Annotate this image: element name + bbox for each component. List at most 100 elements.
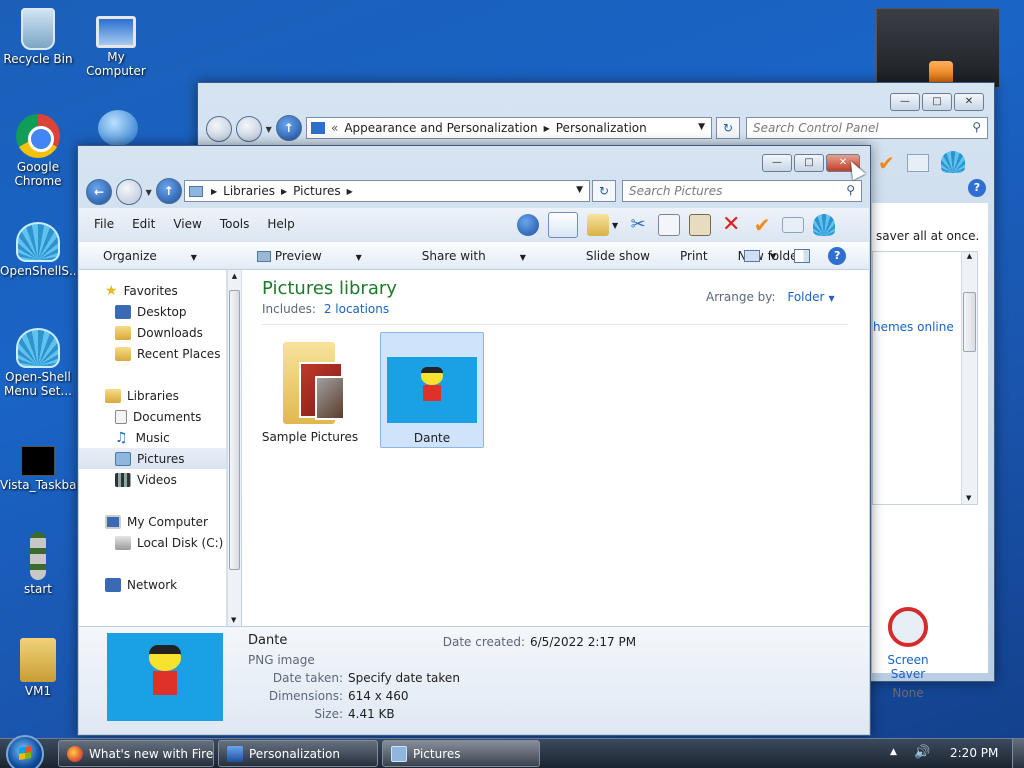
menu-help[interactable]: Help	[267, 217, 294, 231]
arrange-dropdown[interactable]: Folder ▼	[787, 290, 834, 304]
nav-recent-places[interactable]: Recent Places	[79, 343, 226, 364]
nav-network[interactable]: Network	[79, 574, 226, 595]
breadcrumb-item[interactable]: Pictures	[293, 184, 341, 198]
help-icon[interactable]: ?	[968, 179, 986, 197]
get-themes-link[interactable]: hemes online	[873, 320, 954, 334]
includes-link[interactable]: 2 locations	[324, 302, 389, 316]
copy-icon[interactable]	[658, 214, 681, 236]
recent-pages-icon[interactable]: ▼	[146, 188, 152, 197]
shell-icon[interactable]	[940, 151, 965, 173]
item-sample-pictures[interactable]: Sample Pictures	[258, 332, 362, 446]
organize-button[interactable]: Organize ▼	[103, 249, 227, 263]
chevron-down-icon[interactable]: ▼	[698, 122, 705, 132]
rss-gadget[interactable]	[876, 8, 1000, 88]
desktop-icon-openshell-menu[interactable]: Open-Shell Menu Set...	[0, 328, 76, 398]
clock[interactable]: 2:20 PM	[950, 746, 998, 760]
forward-button[interactable]	[235, 115, 262, 142]
mail-icon[interactable]	[906, 154, 929, 172]
taskbar-button-pictures[interactable]: Pictures	[382, 740, 540, 767]
delete-icon[interactable]: ✕	[720, 214, 742, 236]
show-desktop-button[interactable]	[1012, 739, 1024, 768]
show-hidden-icons-button[interactable]: ▲	[890, 747, 897, 757]
address-bar[interactable]: « Appearance and Personalization ▶ Perso…	[306, 117, 712, 139]
refresh-button[interactable]: ↻	[716, 117, 740, 139]
menu-edit[interactable]: Edit	[132, 217, 155, 231]
chevron-down-icon[interactable]: ▼	[576, 185, 583, 195]
breadcrumb-item[interactable]: Appearance and Personalization	[344, 121, 537, 135]
preview-button[interactable]: Preview ▼	[256, 249, 392, 263]
breadcrumb-item[interactable]: Personalization	[556, 121, 647, 135]
nav-downloads[interactable]: Downloads	[79, 322, 226, 343]
maximize-button[interactable]: □	[922, 93, 952, 111]
nav-desktop[interactable]: Desktop	[79, 301, 226, 322]
nav-libraries[interactable]: Libraries	[79, 385, 226, 406]
item-dante[interactable]: Dante	[380, 332, 484, 448]
desktop-icon-vista-taskbar[interactable]: Vista_Taskbar	[0, 436, 81, 492]
address-bar[interactable]: ▶ Libraries ▶ Pictures ▶ ▼	[184, 180, 590, 202]
theme-list[interactable]: hemes online ▲ ▼	[872, 251, 978, 505]
screen-saver-label[interactable]: Screen Saver	[872, 653, 944, 681]
nav-favorites[interactable]: ★ Favorites	[79, 280, 226, 301]
desktop-icon-my-computer[interactable]: My Computer	[78, 8, 154, 78]
up-folder-icon[interactable]	[517, 214, 539, 236]
paste-icon[interactable]	[689, 214, 712, 236]
menu-bar: File Edit View Tools Help	[94, 217, 295, 231]
preview-pane-icon[interactable]	[794, 249, 811, 263]
cut-icon[interactable]: ✂	[627, 214, 649, 236]
nav-scrollbar[interactable]: ▲ ▼	[227, 270, 241, 626]
explorer-window[interactable]: — □ ✕ ← ▼ ↑ ▶ Libraries ▶ Pictures ▶ ▼ ↻…	[77, 145, 871, 736]
up-button[interactable]: ↑	[155, 178, 182, 204]
nav-pictures[interactable]: Pictures	[79, 448, 226, 469]
check-icon[interactable]: ✔	[751, 214, 773, 236]
view-pane-icon[interactable]	[548, 212, 578, 238]
mail-icon[interactable]	[782, 217, 805, 233]
search-input[interactable]: Search Control Panel ⚲	[746, 117, 988, 139]
refresh-button[interactable]: ↻	[592, 180, 616, 202]
scroll-thumb[interactable]	[229, 290, 240, 570]
desktop-icon-vm1[interactable]: VM1	[0, 638, 76, 698]
menu-file[interactable]: File	[94, 217, 114, 231]
start-orb-icon[interactable]	[6, 735, 44, 768]
desktop-icon-openshell-setup[interactable]: OpenShellS...	[0, 222, 80, 278]
back-button[interactable]	[206, 115, 232, 142]
help-icon[interactable]: ?	[828, 247, 847, 265]
breadcrumb-item[interactable]: Libraries	[223, 184, 275, 198]
print-button[interactable]: Print	[680, 249, 708, 263]
forward-button[interactable]	[115, 178, 142, 205]
slide-show-button[interactable]: Slide show	[586, 249, 650, 263]
change-view-icon[interactable]	[744, 250, 760, 262]
scroll-thumb[interactable]	[963, 292, 976, 352]
recent-pages-icon[interactable]: ▼	[266, 125, 272, 134]
desktop-icon-recycle-bin[interactable]: Recycle Bin	[0, 8, 76, 66]
date-taken-value[interactable]: Specify date taken	[348, 671, 460, 685]
taskbar-button-personalization[interactable]: Personalization	[218, 740, 378, 767]
nav-music[interactable]: ♫ Music	[79, 427, 226, 448]
nav-documents[interactable]: Documents	[79, 406, 226, 427]
check-icon[interactable]: ✔	[878, 151, 895, 175]
desktop-icon-chrome[interactable]: Google Chrome	[0, 114, 76, 188]
menu-tools[interactable]: Tools	[220, 217, 250, 231]
maximize-button[interactable]: □	[794, 154, 824, 172]
up-button[interactable]: ↑	[275, 115, 302, 141]
nav-videos[interactable]: Videos	[79, 469, 226, 490]
chevron-down-icon[interactable]: ▼	[612, 221, 618, 230]
chevron-down-icon[interactable]: ▼	[770, 252, 776, 261]
shell-icon[interactable]	[813, 214, 836, 236]
breadcrumb-overflow[interactable]: «	[331, 121, 338, 135]
back-button[interactable]: ←	[86, 178, 112, 205]
volume-icon[interactable]: 🔊	[914, 745, 930, 760]
search-input[interactable]: Search Pictures ⚲	[622, 180, 862, 202]
minimize-button[interactable]: —	[890, 93, 920, 111]
taskbar-button-firefox[interactable]: What's new with Fire...	[58, 740, 214, 767]
nav-local-disk[interactable]: Local Disk (C:)	[79, 532, 226, 553]
share-with-button[interactable]: Share with ▼	[422, 249, 556, 263]
desktop-icon-start[interactable]: start	[0, 532, 76, 596]
minimize-button[interactable]: —	[762, 154, 792, 172]
folder-check-icon[interactable]	[587, 214, 609, 236]
menu-view[interactable]: View	[173, 217, 201, 231]
nav-my-computer[interactable]: My Computer	[79, 511, 226, 532]
close-button[interactable]: ✕	[954, 93, 984, 111]
scrollbar[interactable]: ▲ ▼	[961, 252, 977, 504]
desktop-icon-partial[interactable]	[80, 110, 156, 148]
screen-saver-setting[interactable]: Screen Saver None	[872, 607, 944, 700]
